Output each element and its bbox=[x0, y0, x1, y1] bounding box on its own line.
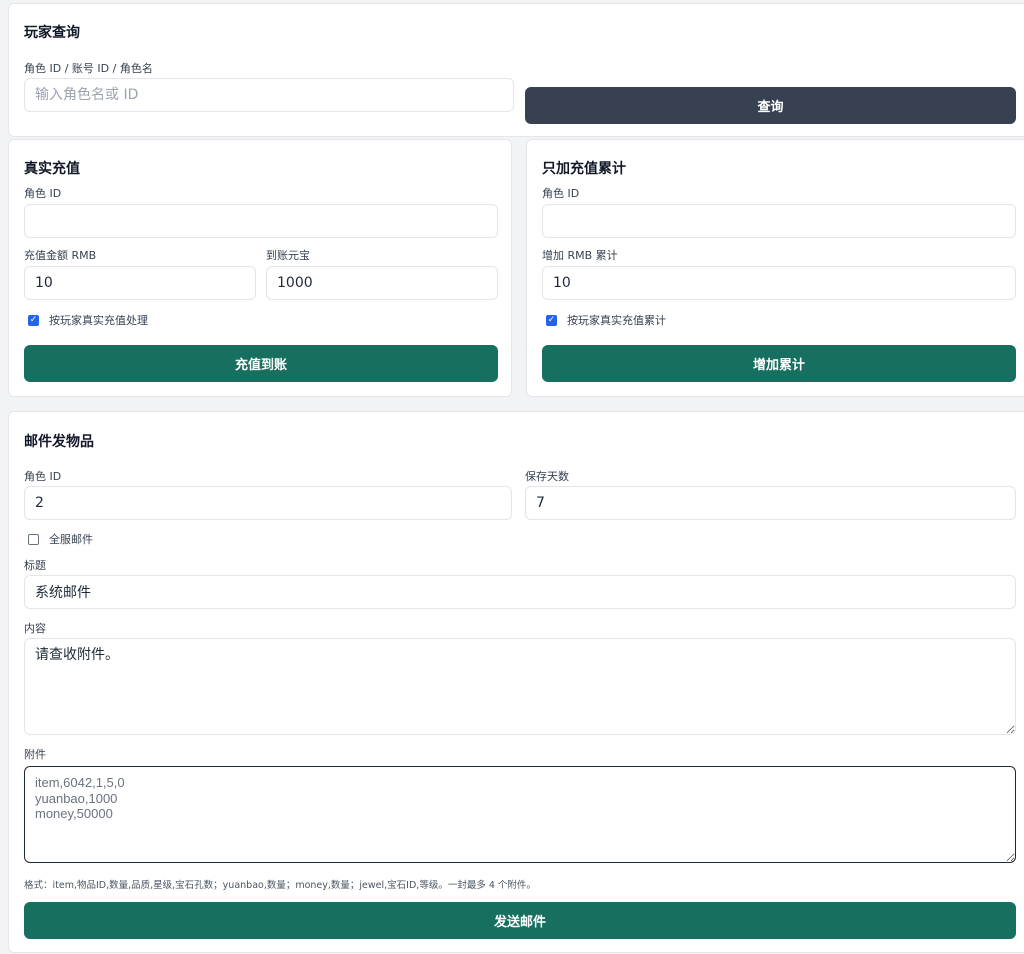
real-recharge-role-input[interactable] bbox=[24, 204, 498, 238]
recharge-submit-button[interactable]: 充值到账 bbox=[24, 345, 498, 382]
player-query-title: 玩家查询 bbox=[24, 25, 80, 41]
accumulate-amount-input[interactable] bbox=[542, 266, 1016, 300]
mail-content-label: 内容 bbox=[24, 622, 46, 635]
mail-attach-textarea[interactable]: item,6042,1,5,0 yuanbao,1000 money,50000 bbox=[24, 766, 1016, 863]
accumulate-role-input[interactable] bbox=[542, 204, 1016, 238]
accumulate-submit-button[interactable]: 增加累计 bbox=[542, 345, 1016, 382]
real-recharge-checkbox[interactable]: ✓ bbox=[28, 314, 39, 326]
accumulate-card: 只加充值累计 角色 ID 增加 RMB 累计 ✓ 按玩家真实充值累计 增加累计 bbox=[526, 139, 1024, 397]
recharge-amount-input[interactable] bbox=[24, 266, 256, 300]
mail-subject-label: 标题 bbox=[24, 559, 46, 572]
mail-content-textarea[interactable]: 请查收附件。 bbox=[24, 638, 1016, 735]
mail-role-label: 角色 ID bbox=[24, 470, 62, 483]
accumulate-checkbox-row[interactable]: ✓ 按玩家真实充值累计 bbox=[546, 312, 666, 328]
accumulate-role-label: 角色 ID bbox=[542, 187, 580, 200]
all-server-checkbox-row[interactable]: 全服邮件 bbox=[28, 531, 93, 547]
mail-days-input[interactable] bbox=[525, 486, 1016, 520]
accumulate-title: 只加充值累计 bbox=[542, 161, 626, 177]
real-recharge-title: 真实充值 bbox=[24, 161, 80, 177]
yuanbao-input[interactable] bbox=[266, 266, 498, 300]
real-recharge-role-label: 角色 ID bbox=[24, 187, 62, 200]
all-server-checkbox[interactable] bbox=[28, 533, 39, 545]
yuanbao-label: 到账元宝 bbox=[266, 249, 310, 262]
send-mail-button[interactable]: 发送邮件 bbox=[24, 902, 1016, 939]
player-query-field-label: 角色 ID / 账号 ID / 角色名 bbox=[24, 62, 153, 75]
mail-card: 邮件发物品 角色 ID 保存天数 全服邮件 标题 内容 请查收附件。 附件 it… bbox=[8, 411, 1024, 953]
real-recharge-card: 真实充值 角色 ID 充值金额 RMB 到账元宝 ✓ 按玩家真实充值处理 充值到… bbox=[8, 139, 512, 397]
mail-attach-label: 附件 bbox=[24, 748, 46, 761]
mail-title: 邮件发物品 bbox=[24, 434, 94, 450]
real-recharge-checkbox-row[interactable]: ✓ 按玩家真实充值处理 bbox=[28, 312, 148, 328]
player-query-input[interactable] bbox=[24, 78, 514, 112]
accumulate-checkbox-label: 按玩家真实充值累计 bbox=[567, 314, 666, 327]
accumulate-checkbox[interactable]: ✓ bbox=[546, 314, 557, 326]
real-recharge-checkbox-label: 按玩家真实充值处理 bbox=[49, 314, 148, 327]
mail-days-label: 保存天数 bbox=[525, 470, 569, 483]
recharge-amount-label: 充值金额 RMB bbox=[24, 249, 97, 262]
mail-attach-hint: 格式：item,物品ID,数量,品质,星级,宝石孔数；yuanbao,数量；mo… bbox=[24, 880, 536, 891]
mail-subject-input[interactable] bbox=[24, 575, 1016, 609]
mail-role-input[interactable] bbox=[24, 486, 512, 520]
player-query-card: 玩家查询 角色 ID / 账号 ID / 角色名 查询 bbox=[8, 3, 1024, 137]
check-icon: ✓ bbox=[547, 314, 556, 325]
check-icon: ✓ bbox=[29, 314, 38, 325]
accumulate-amount-label: 增加 RMB 累计 bbox=[542, 249, 618, 262]
player-query-button[interactable]: 查询 bbox=[525, 87, 1016, 124]
all-server-checkbox-label: 全服邮件 bbox=[49, 533, 93, 546]
